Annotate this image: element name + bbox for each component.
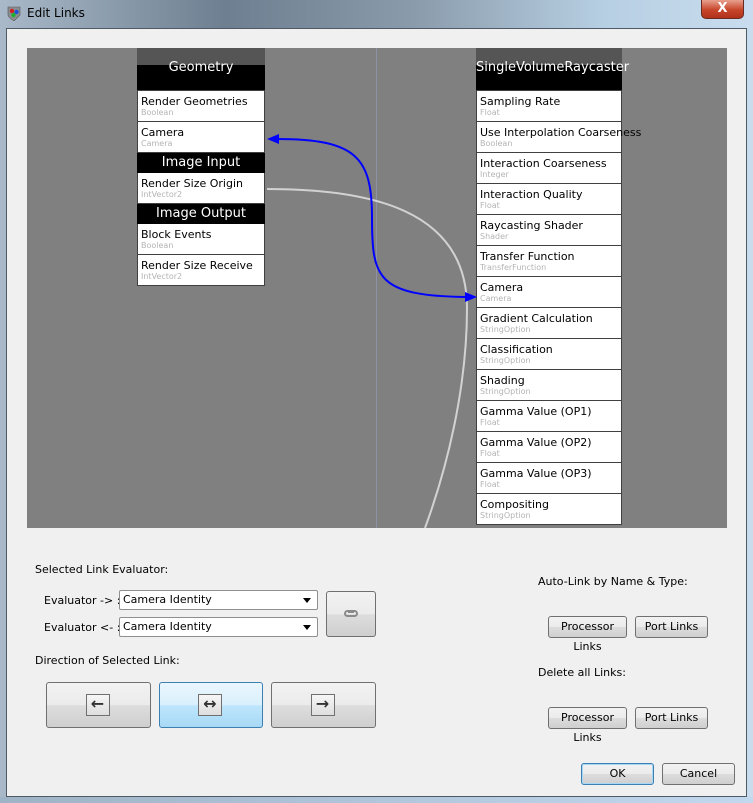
selected-value: Camera Identity: [123, 620, 212, 633]
window-title: Edit Links: [27, 6, 85, 20]
delete-processor-links-button[interactable]: Processor Links: [548, 707, 627, 744]
arrow-both-icon: ↔: [198, 694, 222, 716]
link-canvas[interactable]: Geometry Processor Render Geometries Boo…: [27, 48, 727, 528]
autolink-processor-links-button[interactable]: Processor Links: [548, 616, 627, 653]
chevron-down-icon: [303, 598, 311, 603]
close-icon: X: [717, 1, 728, 16]
link-render-size[interactable]: [266, 188, 469, 528]
arrow-right-icon: →: [310, 694, 335, 716]
autolink-port-links-button[interactable]: Port Links: [635, 616, 708, 638]
evaluator-backward-label: Evaluator <- :: [44, 621, 121, 634]
delete-links-section-label: Delete all Links:: [538, 666, 626, 679]
link-camera-selected[interactable]: [276, 138, 468, 298]
direction-section-label: Direction of Selected Link:: [35, 654, 180, 667]
evaluator-section-label: Selected Link Evaluator:: [35, 563, 169, 576]
evaluator-forward-select[interactable]: Camera Identity: [119, 590, 318, 610]
arrow-head-left-icon: [267, 134, 279, 144]
cancel-button[interactable]: Cancel: [662, 763, 735, 785]
delete-port-links-button[interactable]: Port Links: [635, 707, 708, 729]
direction-left-button[interactable]: ←: [46, 682, 151, 728]
selected-value: Camera Identity: [123, 593, 212, 606]
direction-both-button[interactable]: ↔: [159, 682, 263, 728]
autolink-section-label: Auto-Link by Name & Type:: [538, 575, 688, 588]
direction-right-button[interactable]: →: [271, 682, 376, 728]
ok-button[interactable]: OK: [581, 763, 654, 785]
chain-link-icon: [344, 610, 358, 617]
links-layer: [266, 134, 477, 528]
title-bar[interactable]: Edit Links X: [0, 0, 753, 28]
arrow-head-right-icon: [465, 292, 477, 302]
window-frame-bottom: [0, 797, 753, 803]
app-icon: [7, 6, 21, 21]
close-button[interactable]: X: [701, 0, 744, 19]
evaluator-backward-select[interactable]: Camera Identity: [119, 617, 318, 637]
arrow-left-icon: ←: [85, 694, 110, 716]
evaluator-forward-label: Evaluator -> :: [44, 594, 121, 607]
link-evaluator-button[interactable]: [326, 591, 376, 637]
chevron-down-icon: [303, 625, 311, 630]
